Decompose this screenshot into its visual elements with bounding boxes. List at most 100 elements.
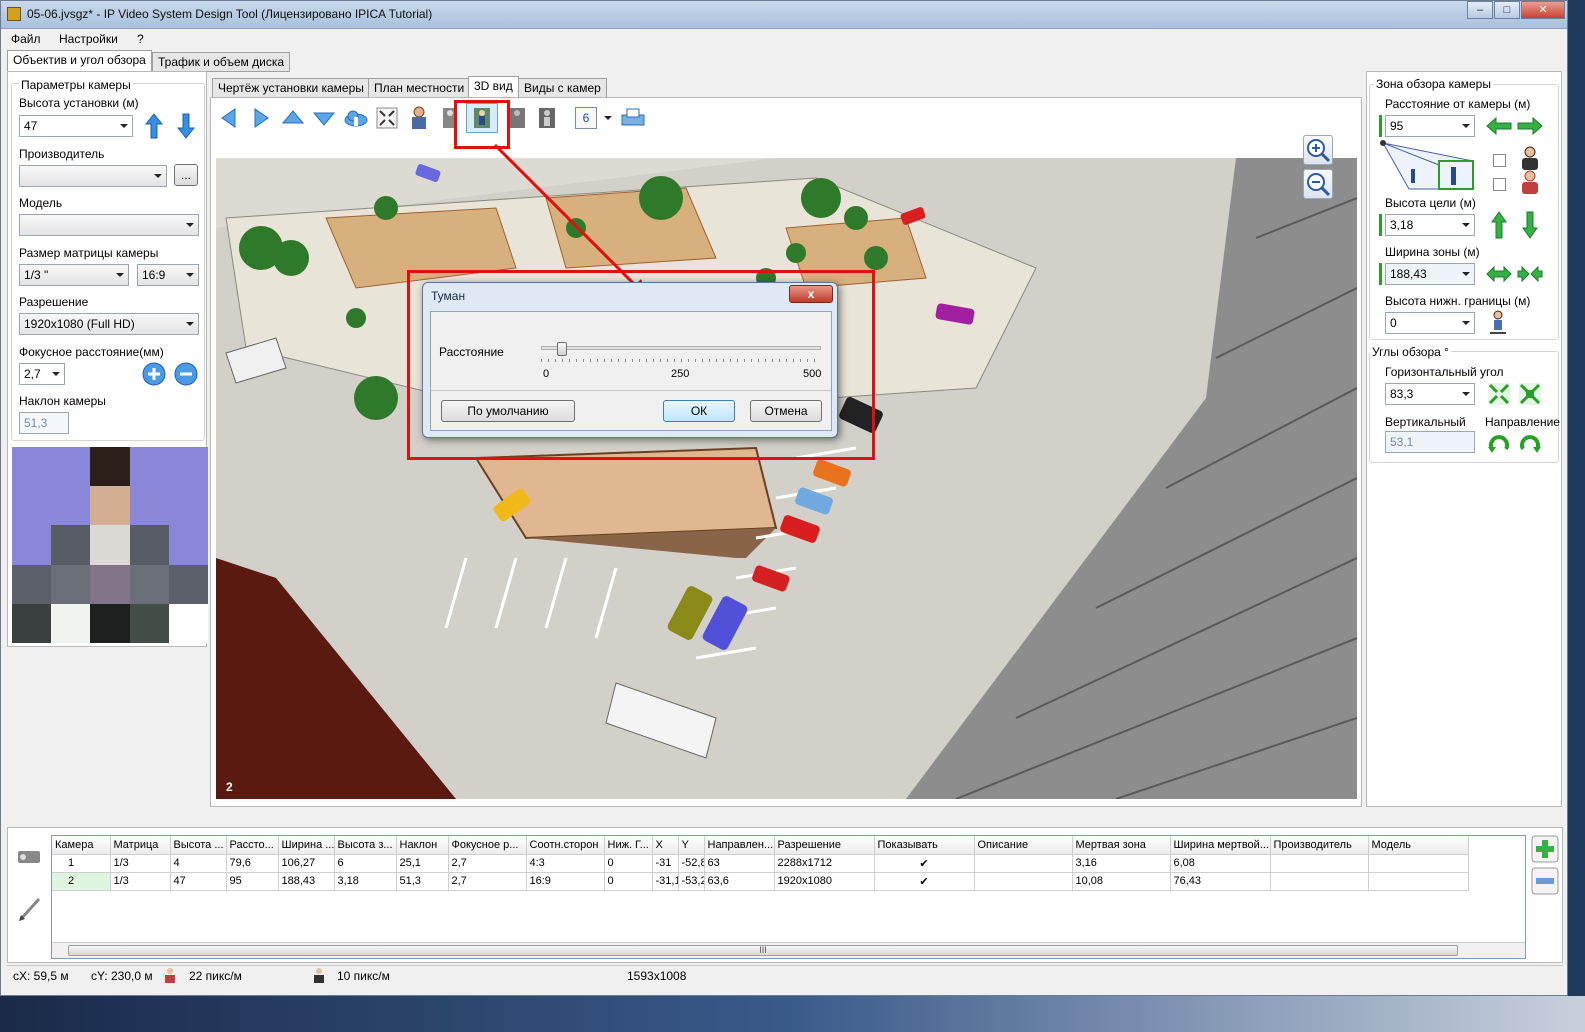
column-header[interactable]: Описание: [974, 836, 1073, 855]
tab-site-plan[interactable]: План местности: [368, 78, 471, 98]
add-camera-icon[interactable]: [1531, 835, 1559, 863]
vertical-angle-field[interactable]: 53,1: [1385, 431, 1475, 453]
column-header[interactable]: Высота ...: [170, 836, 227, 855]
column-header[interactable]: X: [652, 836, 679, 855]
fog-ok-button[interactable]: ОК: [663, 400, 735, 422]
fit-view-icon[interactable]: [376, 107, 398, 129]
arrow-down-icon[interactable]: [177, 113, 195, 139]
aspect-combo[interactable]: 16:9: [137, 264, 199, 286]
lower-bound-combo[interactable]: 0: [1385, 312, 1475, 334]
zoom-plus-icon[interactable]: [142, 362, 166, 386]
tab-camera-drawing[interactable]: Чертёж установки камеры: [212, 78, 370, 98]
menu-file[interactable]: Файл: [11, 32, 41, 46]
model-combo[interactable]: [19, 214, 199, 236]
person-checkbox-1[interactable]: [1493, 154, 1506, 167]
column-header[interactable]: Показывать: [874, 836, 975, 855]
woman-icon[interactable]: [1519, 170, 1541, 194]
column-header[interactable]: Соотн.сторон: [526, 836, 605, 855]
browse-button[interactable]: ...: [174, 164, 198, 186]
shrink-horizontal-icon[interactable]: [1517, 265, 1543, 283]
maximize-button[interactable]: □: [1494, 1, 1520, 19]
expand-horizontal-icon[interactable]: [1486, 265, 1512, 283]
tab-camera-views[interactable]: Виды с камер: [518, 78, 607, 98]
shrink-angle-icon[interactable]: [1518, 382, 1542, 406]
shadow-person-icon[interactable]: [536, 105, 558, 131]
zone-width-value: 188,43: [1390, 267, 1427, 281]
distance-combo[interactable]: 95: [1385, 115, 1475, 137]
person-stand-icon[interactable]: [1488, 310, 1508, 336]
column-header[interactable]: Производитель: [1270, 836, 1369, 855]
rotate-ccw-icon[interactable]: [1487, 429, 1511, 453]
zone-width-combo[interactable]: 188,43: [1385, 263, 1475, 285]
tab-lens-angle[interactable]: Объектив и угол обзора: [7, 50, 152, 72]
fog-default-button[interactable]: По умолчанию: [441, 400, 575, 422]
column-header[interactable]: Рассто...: [226, 836, 279, 855]
lower-bound-label: Высота нижн. границы (м): [1385, 294, 1531, 308]
menu-help[interactable]: ?: [137, 32, 144, 46]
table-cell: 95: [226, 872, 279, 891]
column-header[interactable]: Направлен...: [704, 836, 775, 855]
table-row[interactable]: 11/3479,6106,27625,12,74:30-31-52,863228…: [52, 854, 1469, 873]
arrow-down-green-icon[interactable]: [1522, 211, 1538, 239]
column-header[interactable]: Фокусное р...: [448, 836, 527, 855]
arrow-up-icon[interactable]: [145, 113, 163, 139]
column-header[interactable]: Ширина мертвой...: [1170, 836, 1271, 855]
tab-traffic-disk[interactable]: Трафик и объем диска: [152, 52, 290, 72]
cloud-icon[interactable]: [343, 108, 369, 128]
printer-icon[interactable]: [620, 107, 646, 129]
column-header[interactable]: Наклон: [396, 836, 449, 855]
arrow-up-green-icon[interactable]: [1491, 211, 1507, 239]
scale-label-max: 500: [803, 368, 822, 380]
table-row[interactable]: 21/34795188,433,1851,32,716:90-31,1-53,2…: [52, 872, 1469, 891]
rotate-left-icon[interactable]: [219, 107, 237, 129]
column-header[interactable]: Y: [678, 836, 705, 855]
expand-angle-icon[interactable]: [1487, 382, 1511, 406]
fog-cancel-button[interactable]: Отмена: [750, 400, 822, 422]
column-header[interactable]: Высота з...: [334, 836, 397, 855]
arrow-left-green-icon[interactable]: [1486, 117, 1512, 135]
edit-pen-icon[interactable]: [17, 893, 43, 923]
column-header[interactable]: Камера: [52, 836, 111, 855]
manufacturer-combo[interactable]: [19, 165, 167, 187]
3d-scene[interactable]: 2: [216, 158, 1357, 799]
menu-settings[interactable]: Настройки: [59, 32, 118, 46]
arrow-right-green-icon[interactable]: [1517, 117, 1543, 135]
table-scrollbar[interactable]: III: [52, 942, 1525, 958]
resolution-combo[interactable]: 1920x1080 (Full HD): [19, 313, 199, 335]
height-combo[interactable]: 47: [19, 115, 133, 137]
scene-zoom-in-button[interactable]: [1303, 135, 1333, 165]
tilt-field[interactable]: 51,3: [19, 412, 69, 434]
scene-zoom-out-button[interactable]: [1303, 169, 1333, 199]
target-height-combo[interactable]: 3,18: [1385, 214, 1475, 236]
fog-dialog-close-button[interactable]: x: [789, 285, 833, 303]
column-header[interactable]: Модель: [1368, 836, 1469, 855]
man-icon[interactable]: [1519, 146, 1541, 170]
fog-distance-slider[interactable]: [541, 342, 821, 364]
column-header[interactable]: Матрица: [110, 836, 171, 855]
person-checkbox-2[interactable]: [1493, 178, 1506, 191]
rotate-cw-icon[interactable]: [1518, 429, 1542, 453]
status-pixels-2: 10 пикс/м: [337, 969, 390, 983]
tab-3d-view[interactable]: 3D вид: [468, 76, 519, 98]
close-window-button[interactable]: ✕: [1521, 1, 1565, 19]
minimize-button[interactable]: –: [1467, 1, 1493, 19]
manufacturer-label: Производитель: [19, 147, 105, 161]
slider-thumb[interactable]: [557, 342, 568, 356]
zoom-minus-icon[interactable]: [174, 362, 198, 386]
sensor-combo[interactable]: 1/3 ": [19, 264, 129, 286]
focal-combo[interactable]: 2,7: [19, 363, 65, 385]
remove-camera-icon[interactable]: [1531, 867, 1559, 895]
chevron-down-icon[interactable]: [604, 116, 612, 120]
tilt-up-icon[interactable]: [281, 109, 305, 125]
horizontal-angle-combo[interactable]: 83,3: [1385, 383, 1475, 405]
column-header[interactable]: Разрешение: [774, 836, 875, 855]
tilt-down-icon[interactable]: [312, 111, 336, 127]
column-header[interactable]: Мертвая зона: [1072, 836, 1171, 855]
camera-number-selector[interactable]: 6: [575, 107, 597, 129]
camera-list-icon[interactable]: [15, 843, 45, 871]
column-header[interactable]: Ниж. Г...: [604, 836, 653, 855]
scrollbar-thumb[interactable]: III: [68, 945, 1458, 956]
column-header[interactable]: Ширина ...: [278, 836, 335, 855]
rotate-right-icon[interactable]: [253, 107, 271, 129]
person-view-icon[interactable]: [408, 105, 430, 131]
